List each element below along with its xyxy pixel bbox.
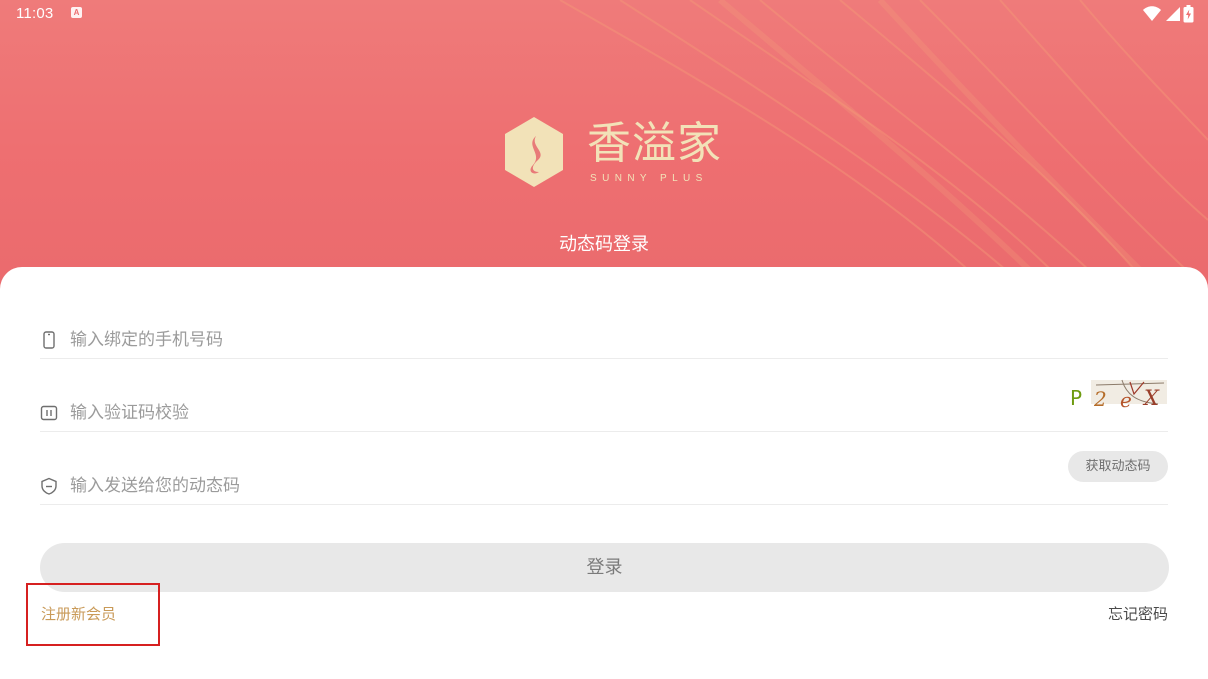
brand-logo: 香溢家 SUNNY PLUS: [503, 116, 721, 190]
hero-header: 11:03 A 香溢家 SUNNY PLUS 动态码登录: [0, 0, 1208, 300]
dynamic-code-field: [40, 431, 1168, 505]
svg-text:e: e: [1120, 388, 1132, 410]
svg-text:2: 2: [1093, 387, 1107, 410]
svg-text:X: X: [1142, 386, 1160, 410]
status-icons: [1143, 5, 1194, 23]
forgot-password-link[interactable]: 忘记密码: [1108, 604, 1168, 624]
phone-input[interactable]: [70, 325, 770, 355]
brand-name-en: SUNNY PLUS: [590, 173, 708, 184]
battery-charging-icon: [1183, 5, 1194, 23]
captcha-icon: [40, 405, 58, 421]
login-screen: 11:03 A 香溢家 SUNNY PLUS 动态码登录 输入绑定的手机号码 输…: [0, 0, 1208, 679]
signal-icon: [1166, 7, 1180, 21]
shield-icon: [41, 477, 57, 495]
login-button[interactable]: 登录: [40, 543, 1169, 592]
wifi-icon: [1143, 6, 1161, 21]
captcha-input[interactable]: [70, 398, 770, 428]
phone-icon: [43, 331, 55, 349]
highlight-box: [26, 583, 160, 646]
login-mode-title: 动态码登录: [559, 234, 649, 255]
notification-a-icon: A: [71, 7, 82, 18]
captcha-image[interactable]: P 2 e X: [1068, 376, 1168, 410]
captcha-field: [40, 358, 1168, 432]
status-bar: 11:03 A: [0, 0, 1208, 28]
status-time: 11:03: [16, 5, 54, 22]
brand-name-cn: 香溢家: [587, 118, 722, 169]
smoke-hexagon-icon: [505, 117, 563, 187]
svg-text:P: P: [1070, 386, 1082, 410]
get-code-button[interactable]: 获取动态码: [1068, 451, 1168, 482]
login-card: P 2 e X 获取动态码 登录 注册新会员 忘记密码: [0, 267, 1208, 679]
dynamic-code-input[interactable]: [70, 471, 770, 501]
phone-field: [40, 285, 1168, 359]
